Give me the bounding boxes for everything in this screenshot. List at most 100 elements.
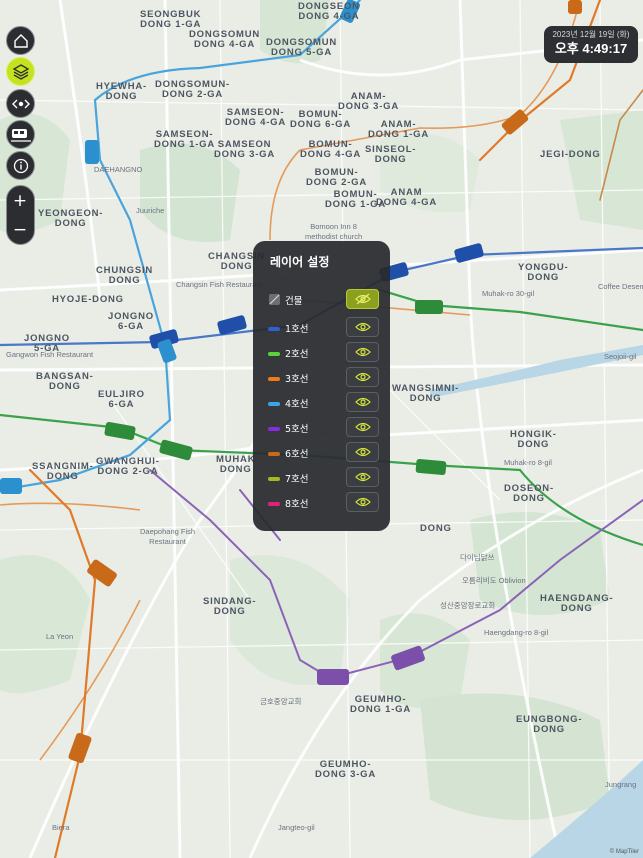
- map-label: La Yeon: [46, 632, 74, 641]
- layer-label: 2호선: [285, 349, 309, 360]
- zoom-out-button[interactable]: −: [7, 216, 33, 244]
- map-label: DONGSOMUN DONG 4-GA: [189, 29, 261, 50]
- map-label: Gangwon Fish Restaurant: [6, 350, 94, 359]
- line-color-swatch: [268, 327, 280, 331]
- toggle-line7-visibility[interactable]: [346, 467, 379, 487]
- map-label: SINDANG- DONG: [203, 596, 257, 617]
- zoom-in-button[interactable]: +: [7, 187, 33, 215]
- layer-row-line2: 2호선: [253, 342, 390, 364]
- map-label: SINSEOL- DONG: [365, 144, 417, 165]
- map-label: Seojoii-gil: [604, 352, 637, 361]
- layer-row-line4: 4호선: [253, 392, 390, 414]
- route-icon: [11, 99, 30, 108]
- eye-icon: [354, 322, 371, 332]
- toggle-line8-visibility[interactable]: [346, 492, 379, 512]
- clock-widget: 2023년 12월 19일 (화) 오후 4:49:17: [544, 26, 638, 63]
- map-label: SAMSEON- DONG 4-GA: [225, 107, 287, 128]
- map-label: CHUNGSIN DONG: [96, 265, 154, 286]
- train-icon: [10, 128, 31, 142]
- building-icon: [269, 294, 280, 305]
- map-label: DONG: [420, 523, 452, 534]
- layer-label: 3호선: [285, 374, 309, 385]
- map-label: Muhak-ro 8-gil: [504, 458, 552, 467]
- map-label: DAEHANGNO: [94, 165, 143, 174]
- toggle-building-visibility[interactable]: [346, 289, 379, 309]
- eye-icon: [354, 347, 371, 357]
- map-label: SSANGNIM- DONG: [32, 461, 94, 482]
- home-icon: [13, 33, 28, 48]
- toggle-line4-visibility[interactable]: [346, 392, 379, 412]
- layer-settings-panel: 레이어 설정 건물 1호선 2호선 3호선 4호선 5호선 6호선 7호선 8호…: [253, 241, 390, 531]
- layer-row-line5: 5호선: [253, 417, 390, 439]
- map-label: Haengdang-ro 8-gil: [484, 628, 549, 637]
- toggle-line1-visibility[interactable]: [346, 317, 379, 337]
- eye-icon: [354, 447, 371, 457]
- toggle-line3-visibility[interactable]: [346, 367, 379, 387]
- line-color-swatch: [268, 427, 280, 431]
- map-label: BOMUN- DONG 2-GA: [306, 167, 368, 188]
- layer-label: 6호선: [285, 449, 309, 460]
- line-color-swatch: [268, 352, 280, 356]
- map-label: DONGSOMUN DONG 5-GA: [266, 37, 338, 58]
- map-label: BOMUN- DONG 4-GA: [300, 139, 362, 160]
- clock-time: 오후 4:49:17: [554, 41, 628, 56]
- map-label: Muhak-ro 30-gil: [482, 289, 535, 298]
- train-button[interactable]: [6, 120, 35, 149]
- map-label: ANAM DONG 4-GA: [376, 187, 438, 208]
- map-label: Jangteo-gil: [278, 823, 315, 832]
- map-attribution[interactable]: © MapTiler: [610, 849, 639, 855]
- home-button[interactable]: [6, 26, 35, 55]
- map-label: HYEWHA- DONG: [96, 81, 147, 102]
- map-label: EULJIRO 6-GA: [98, 389, 145, 410]
- map-label: SEONGBUK DONG 1-GA: [140, 9, 202, 30]
- toggle-line2-visibility[interactable]: [346, 342, 379, 362]
- map-label: HONGIK- DONG: [510, 429, 557, 450]
- map-label: Daepohang Fish Restaurant: [140, 527, 196, 546]
- map-label: 다이님닭쓰: [460, 553, 495, 562]
- eye-icon: [354, 422, 371, 432]
- layer-label: 1호선: [285, 324, 309, 335]
- layers-button[interactable]: [6, 57, 35, 86]
- layer-label: 건물: [285, 296, 303, 307]
- map-label: WANGSIMNI- DONG: [392, 383, 460, 404]
- map-label: Bomoon Inn 8 methodist church: [305, 222, 363, 241]
- map-label: Jungrang: [605, 780, 637, 789]
- layer-row-building: 건물: [253, 289, 390, 311]
- layer-row-line3: 3호선: [253, 367, 390, 389]
- line-color-swatch: [268, 402, 280, 406]
- map-label: SAMSEON- DONG 1-GA: [154, 129, 216, 150]
- layer-row-line6: 6호선: [253, 442, 390, 464]
- eye-icon: [354, 472, 371, 482]
- eye-icon: [354, 497, 371, 507]
- map-label: Biera: [52, 823, 70, 832]
- map-label: GEUMHO- DONG 1-GA: [350, 694, 412, 715]
- map-label: DONGSOMUN- DONG 2-GA: [155, 79, 231, 100]
- panel-title: 레이어 설정: [270, 255, 330, 269]
- route-button[interactable]: [6, 89, 35, 118]
- map-label: MUHAK DONG: [216, 454, 256, 475]
- map-label: Coffee Desembre: [598, 282, 643, 291]
- map-label: GWANGHUI- DONG 2-GA: [96, 456, 160, 477]
- line-color-swatch: [268, 377, 280, 381]
- layer-label: 7호선: [285, 474, 309, 485]
- map-label: JONGNO 6-GA: [108, 311, 154, 332]
- map-label: 오름리비도 Oblivion: [462, 576, 526, 585]
- map-label: DOSEON- DONG: [504, 483, 554, 504]
- line-color-swatch: [268, 502, 280, 506]
- eye-icon: [354, 397, 371, 407]
- map-label: BOMUN- DONG 6-GA: [290, 109, 352, 130]
- toggle-line6-visibility[interactable]: [346, 442, 379, 462]
- map-label: DONGSEON DONG 4-GA: [298, 1, 360, 22]
- clock-date: 2023년 12월 19일 (화): [552, 30, 630, 39]
- minus-icon: −: [12, 220, 28, 240]
- map-label: BANGSAN- DONG: [36, 371, 94, 392]
- map-label: JEGI-DONG: [540, 149, 601, 160]
- info-button[interactable]: [6, 151, 35, 180]
- map-label: EUNGBONG- DONG: [516, 714, 583, 735]
- toggle-line5-visibility[interactable]: [346, 417, 379, 437]
- map-label: HAENGDANG- DONG: [540, 593, 614, 614]
- layer-label: 5호선: [285, 424, 309, 435]
- map-label: SAMSEON DONG 3-GA: [214, 139, 276, 160]
- info-icon: [13, 158, 28, 173]
- layer-label: 4호선: [285, 399, 309, 410]
